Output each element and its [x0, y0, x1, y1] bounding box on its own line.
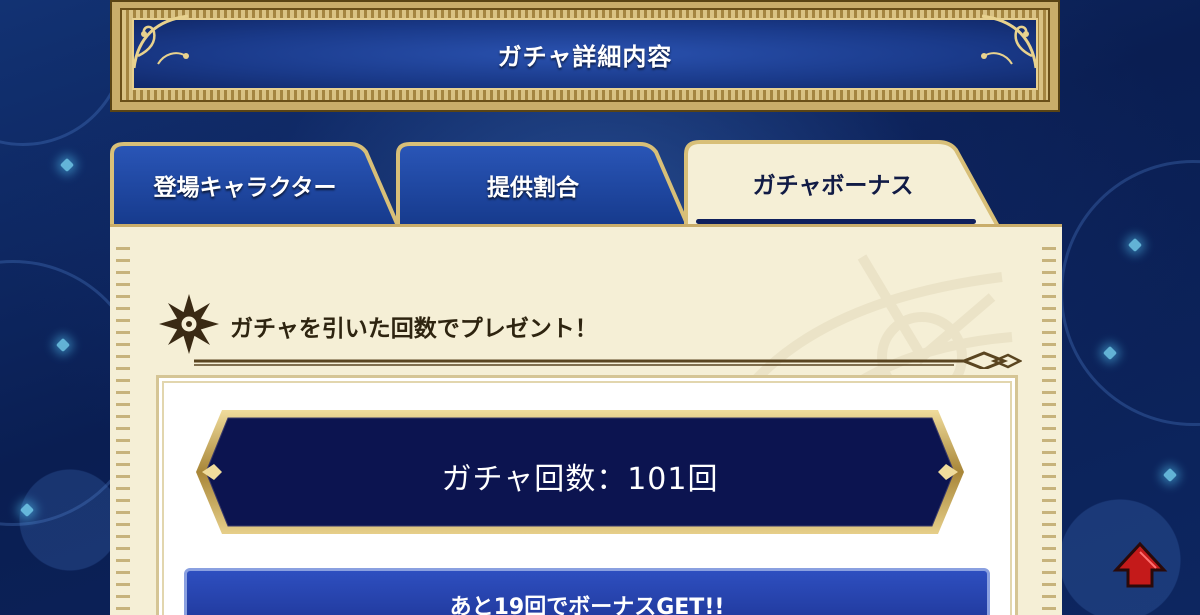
- title-banner-frame: ガチャ詳細内容: [120, 8, 1050, 102]
- title-banner: ガチャ詳細内容: [110, 0, 1060, 112]
- tab-gacha-bonus[interactable]: ガチャボーナス: [684, 140, 1002, 230]
- ornate-divider: [194, 351, 1022, 369]
- flourish-right-icon: [981, 14, 1038, 69]
- panel-border-right: [1042, 247, 1056, 615]
- scroll-up-arrow-icon[interactable]: [1112, 540, 1168, 590]
- tab-rates-label: 提供割合: [487, 175, 579, 201]
- tab-gacha-bonus-label: ガチャボーナス: [752, 173, 914, 199]
- tab-characters[interactable]: 登場キャラクター: [110, 142, 400, 226]
- page-title: ガチャ詳細内容: [497, 42, 673, 71]
- section-title: ガチャを引いた回数でプレゼント！: [230, 316, 598, 342]
- game-screen: ガチャ詳細内容 登場キャラクター 提供割合 ガチャボーナス ガチャを引いた回数で…: [0, 0, 1200, 615]
- background-sparkle: [59, 157, 75, 173]
- next-bonus-banner: あと19回でボーナスGET!!: [184, 568, 990, 615]
- title-banner-panel: ガチャ詳細内容: [132, 18, 1038, 90]
- background-ring-right: [1060, 160, 1200, 426]
- gacha-count-text: ガチャ回数：101回: [441, 462, 719, 497]
- tab-rates[interactable]: 提供割合: [396, 142, 690, 226]
- tab-characters-label: 登場キャラクター: [153, 175, 337, 201]
- section-header: ガチャを引いた回数でプレゼント！: [154, 289, 1022, 369]
- flourish-left-icon: [132, 14, 189, 69]
- next-bonus-text: あと19回でボーナスGET!!: [449, 595, 725, 615]
- background-ring-top-left: [0, 0, 126, 146]
- gacha-count-banner: ガチャ回数：101回: [192, 406, 968, 538]
- background-sparkle: [1162, 467, 1178, 483]
- panel-border-left: [116, 247, 130, 615]
